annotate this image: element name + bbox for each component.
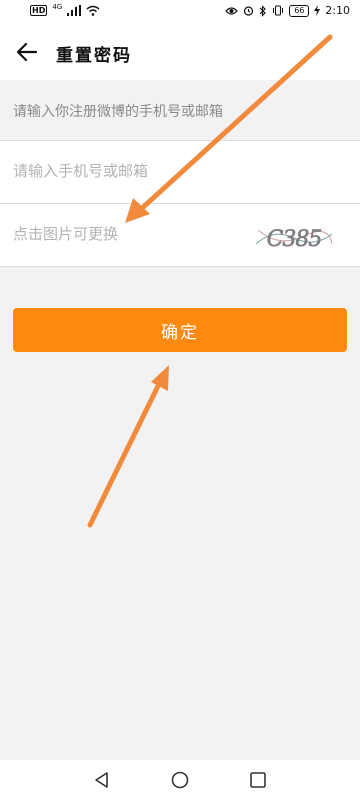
system-nav-bar — [0, 760, 360, 800]
square-recent-icon[interactable] — [248, 770, 268, 790]
vibrate-icon — [273, 5, 284, 16]
confirm-button[interactable]: 确定 — [13, 308, 347, 352]
status-bar: HD 4G 66 2:10 — [0, 0, 360, 24]
status-right: 66 2:10 — [225, 4, 350, 17]
wifi-icon — [86, 5, 100, 16]
arrow-left-icon[interactable] — [14, 39, 40, 65]
phone-or-email-input[interactable] — [13, 157, 243, 185]
alarm-icon — [244, 6, 254, 16]
captcha-input[interactable] — [13, 220, 243, 248]
eye-icon — [225, 6, 239, 15]
captcha-field-row: C385 — [0, 204, 360, 267]
charging-icon — [314, 5, 321, 16]
signal-icon — [67, 5, 82, 16]
captcha-text: C385 — [267, 227, 322, 252]
app-bar: 重置密码 — [0, 24, 360, 80]
triangle-back-icon[interactable] — [92, 770, 112, 790]
captcha-image[interactable]: C385 — [254, 220, 334, 254]
instruction-hint: 请输入你注册微博的手机号或邮箱 — [13, 104, 223, 120]
network-type-label: 4G — [52, 2, 63, 11]
hint-row: 请输入你注册微博的手机号或邮箱 — [0, 80, 360, 141]
status-time: 2:10 — [325, 4, 350, 17]
status-left: HD 4G — [30, 2, 100, 16]
battery-indicator: 66 — [289, 4, 310, 17]
page-title: 重置密码 — [56, 46, 132, 66]
hd-badge: HD — [30, 5, 48, 16]
annotation-arrow-confirm — [87, 365, 169, 528]
bluetooth-icon — [259, 4, 267, 17]
phone-field-row — [0, 141, 360, 204]
circle-home-icon[interactable] — [170, 770, 190, 790]
